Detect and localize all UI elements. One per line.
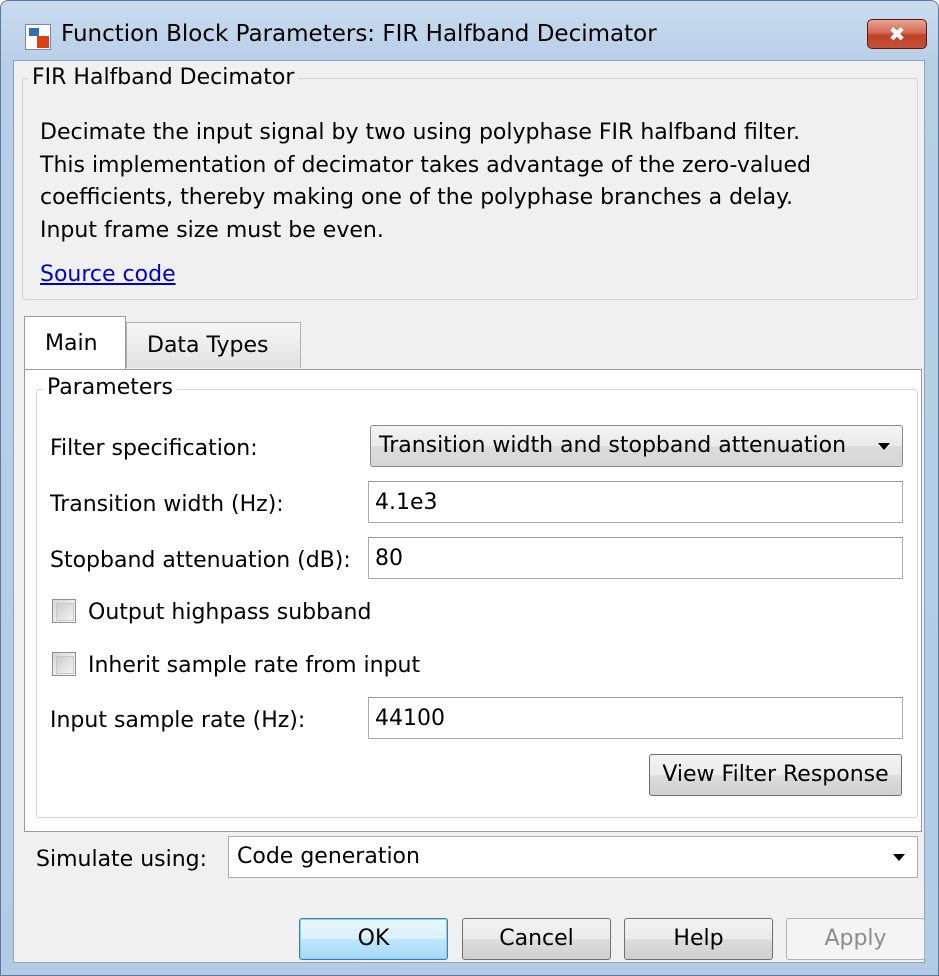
tab-label: Data Types (147, 333, 269, 358)
source-code-link[interactable]: Source code (40, 262, 176, 287)
description-legend: FIR Halfband Decimator (28, 65, 299, 90)
simulate-using-dropdown[interactable]: Code generation (228, 836, 918, 878)
transition-width-value: 4.1e3 (375, 490, 438, 515)
apply-button[interactable]: Apply (786, 918, 925, 960)
description-line: Decimate the input signal by two using p… (40, 120, 801, 145)
description-line: Input frame size must be even. (40, 217, 384, 243)
window-title: Function Block Parameters: FIR Halfband … (61, 21, 657, 47)
transition-width-label: Transition width (Hz): (50, 492, 284, 517)
cancel-button[interactable]: Cancel (462, 918, 611, 960)
chevron-down-icon (893, 854, 905, 861)
simulink-block-icon (25, 24, 51, 50)
input-sample-rate-label: Input sample rate (Hz): (50, 708, 306, 733)
view-filter-response-button[interactable]: View Filter Response (649, 754, 902, 796)
description-line: This implementation of decimator takes a… (40, 152, 811, 178)
stopband-attenuation-label: Stopband attenuation (dB): (50, 548, 351, 573)
help-button[interactable]: Help (624, 918, 773, 960)
tab-main[interactable]: Main (24, 316, 126, 369)
block-description: Decimate the input signal by two using p… (40, 117, 920, 247)
description-line: coefficients, thereby making one of the … (40, 185, 794, 210)
close-button[interactable]: ✖ (867, 19, 927, 49)
output-highpass-label: Output highpass subband (88, 600, 372, 625)
inherit-sample-rate-label: Inherit sample rate from input (88, 653, 421, 678)
simulate-using-value: Code generation (237, 844, 420, 869)
inherit-sample-rate-checkbox[interactable] (52, 652, 76, 676)
input-sample-rate-field[interactable]: 44100 (368, 697, 903, 739)
transition-width-field[interactable]: 4.1e3 (368, 481, 903, 523)
title-bar[interactable]: Function Block Parameters: FIR Halfband … (1, 1, 938, 63)
close-icon: ✖ (888, 22, 906, 46)
parameters-legend: Parameters (43, 375, 177, 400)
tab-data-types[interactable]: Data Types (126, 322, 301, 368)
filter-spec-value: Transition width and stopband attenuatio… (379, 433, 847, 458)
output-highpass-checkbox[interactable] (52, 599, 76, 623)
filter-spec-dropdown[interactable]: Transition width and stopband attenuatio… (370, 425, 903, 467)
ok-button[interactable]: OK (299, 918, 448, 960)
stopband-attenuation-value: 80 (375, 546, 403, 571)
filter-spec-label: Filter specification: (50, 436, 258, 461)
stopband-attenuation-field[interactable]: 80 (368, 537, 903, 579)
chevron-down-icon (878, 443, 890, 450)
simulate-using-label: Simulate using: (36, 847, 208, 872)
input-sample-rate-value: 44100 (375, 706, 445, 731)
tab-label: Main (45, 331, 98, 356)
